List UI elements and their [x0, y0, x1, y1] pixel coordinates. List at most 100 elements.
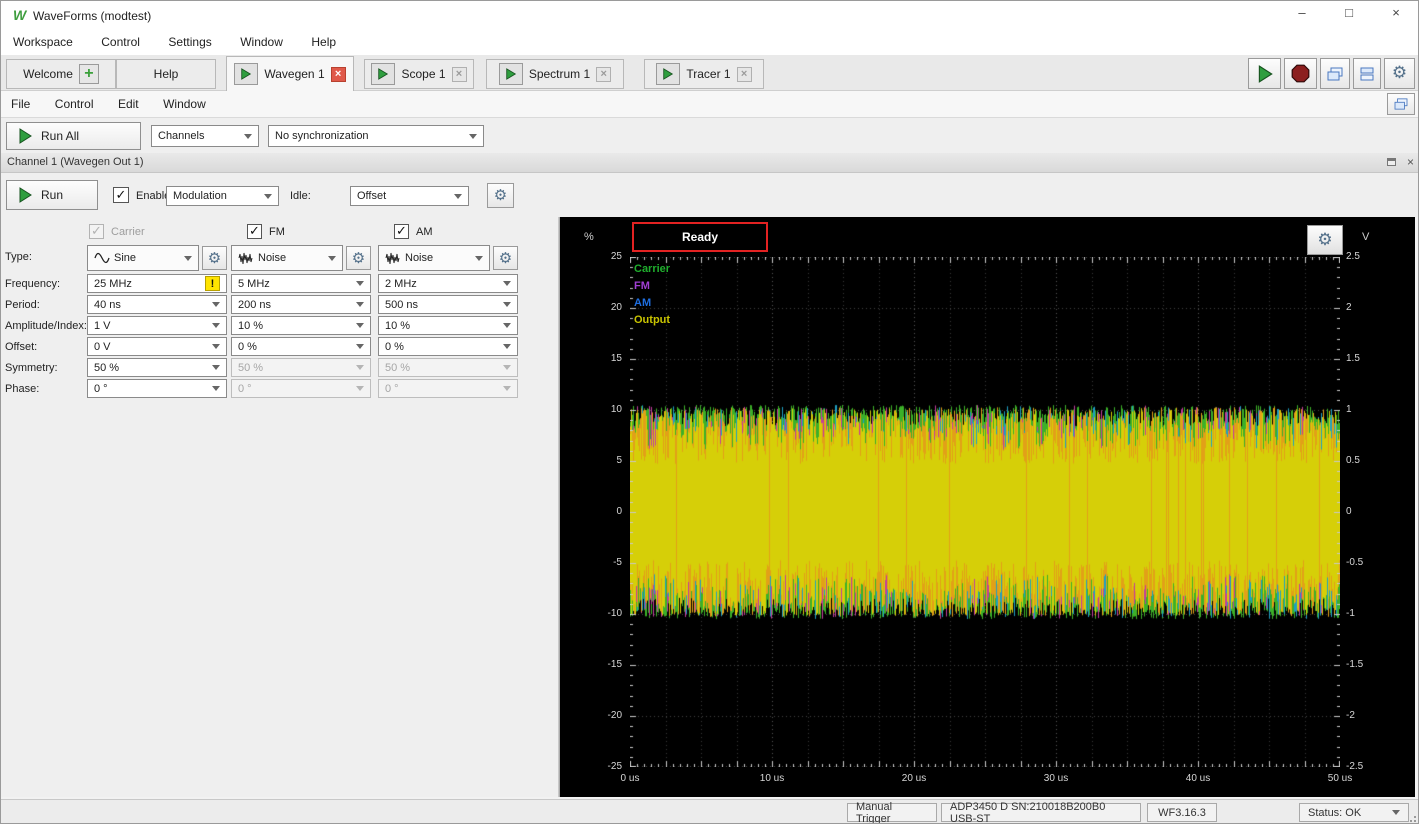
carrier-period-value: 40 ns — [94, 299, 212, 311]
phase-row-label: Phase: — [5, 383, 39, 395]
tab-wavegen-close-icon[interactable]: × — [331, 67, 346, 82]
menu-wavegen-control[interactable]: Control — [45, 91, 104, 117]
idle-dropdown[interactable]: Offset — [350, 186, 469, 206]
maximize-button[interactable]: □ — [1334, 5, 1364, 25]
chevron-down-icon — [356, 281, 364, 286]
carrier-symmetry-field[interactable]: 50 % — [87, 358, 227, 377]
menu-file[interactable]: File — [1, 91, 40, 117]
tab-tracer[interactable]: Tracer 1 × — [644, 59, 764, 89]
carrier-type-dropdown[interactable]: Sine — [87, 245, 199, 271]
tab-spectrum[interactable]: Spectrum 1 × — [486, 59, 624, 89]
status-dropdown[interactable]: Status: OK — [1299, 803, 1409, 822]
manual-trigger-button[interactable]: Manual Trigger — [847, 803, 937, 822]
y-left-tick-0: 25 — [578, 251, 622, 262]
carrier-offset-field[interactable]: 0 V — [87, 337, 227, 356]
am-frequency-value: 2 MHz — [385, 278, 503, 290]
am-phase-field: 0 ° — [378, 379, 518, 398]
am-amplitude-field[interactable]: 10 % — [378, 316, 518, 335]
close-button[interactable]: × — [1381, 5, 1411, 25]
undock-window-button[interactable] — [1387, 93, 1415, 115]
fm-period-field[interactable]: 200 ns — [231, 295, 371, 314]
carrier-frequency-field[interactable]: 25 MHz ! — [87, 274, 227, 293]
plot-options-button[interactable]: ⚙ — [1307, 225, 1343, 255]
sine-icon — [94, 251, 110, 265]
carrier-period-field[interactable]: 40 ns — [87, 295, 227, 314]
tab-welcome[interactable]: Welcome + — [6, 59, 116, 89]
fm-type-dropdown[interactable]: Noise — [231, 245, 343, 271]
y-right-tick-5: 0 — [1346, 506, 1390, 517]
left-axis-unit-label: % — [584, 231, 594, 243]
menu-workspace[interactable]: Workspace — [1, 29, 85, 55]
cascade-windows-button[interactable] — [1320, 58, 1350, 89]
float-panel-icon[interactable] — [1387, 158, 1396, 166]
type-row-label: Type: — [5, 251, 32, 263]
carrier-type-options-button[interactable]: ⚙ — [202, 246, 227, 270]
am-checkbox[interactable]: ✓ — [394, 224, 409, 239]
minimize-button[interactable]: – — [1287, 5, 1317, 25]
am-type-dropdown[interactable]: Noise — [378, 245, 490, 271]
am-offset-value: 0 % — [385, 341, 503, 353]
menu-wavegen-window[interactable]: Window — [153, 91, 216, 117]
tab-scope-close-icon[interactable]: × — [452, 67, 467, 82]
stop-all-instruments-button[interactable] — [1284, 58, 1317, 89]
plot-panel: % Ready ⚙ V CarrierFMAMOutput 2520151050… — [559, 217, 1415, 797]
synchronization-dropdown[interactable]: No synchronization — [268, 125, 484, 147]
channel-controls: Run ✓ Enable Modulation Idle: Offset ⚙ — [1, 173, 1419, 217]
chevron-down-icon — [356, 386, 364, 391]
tab-spectrum-close-icon[interactable]: × — [596, 67, 611, 82]
fm-amplitude-value: 10 % — [238, 320, 356, 332]
fm-symmetry-field: 50 % — [231, 358, 371, 377]
tab-spectrum-label: Spectrum 1 — [529, 67, 590, 81]
menu-control[interactable]: Control — [89, 29, 152, 55]
chevron-down-icon — [212, 323, 220, 328]
wavegen-running-icon — [234, 63, 258, 85]
carrier-phase-field[interactable]: 0 ° — [87, 379, 227, 398]
add-instrument-icon[interactable]: + — [79, 64, 99, 84]
x-tick-1: 10 us — [742, 773, 802, 784]
fm-checkbox[interactable]: ✓ — [247, 224, 262, 239]
close-panel-icon[interactable]: × — [1407, 155, 1414, 169]
spectrum-running-icon — [499, 63, 523, 85]
channel-title: Channel 1 (Wavegen Out 1) — [7, 156, 144, 168]
chevron-down-icon — [454, 194, 462, 199]
menu-window[interactable]: Window — [228, 29, 295, 55]
fm-frequency-field[interactable]: 5 MHz — [231, 274, 371, 293]
amplitude-row-label: Amplitude/Index: — [5, 320, 87, 332]
status-bar: Manual Trigger ADP3450 D SN:210018B200B0… — [1, 799, 1419, 824]
channel-options-button[interactable]: ⚙ — [487, 183, 514, 208]
channels-dropdown[interactable]: Channels — [151, 125, 259, 147]
tab-wavegen[interactable]: Wavegen 1 × — [226, 56, 354, 91]
y-left-tick-1: 20 — [578, 302, 622, 313]
tab-help[interactable]: Help — [116, 59, 216, 89]
run-all-button[interactable]: Run All — [6, 122, 141, 150]
tab-tracer-close-icon[interactable]: × — [737, 67, 752, 82]
carrier-amplitude-field[interactable]: 1 V — [87, 316, 227, 335]
menu-settings[interactable]: Settings — [156, 29, 223, 55]
version-indicator[interactable]: WF3.16.3 — [1147, 803, 1217, 822]
tile-windows-button[interactable] — [1353, 58, 1381, 89]
noise-icon — [238, 251, 254, 265]
menu-edit[interactable]: Edit — [108, 91, 149, 117]
menu-help[interactable]: Help — [299, 29, 348, 55]
run-button[interactable]: Run — [6, 180, 98, 210]
frequency-row-label: Frequency: — [5, 278, 60, 290]
fm-offset-field[interactable]: 0 % — [231, 337, 371, 356]
tab-scope[interactable]: Scope 1 × — [364, 59, 474, 89]
gear-icon: ⚙ — [1317, 232, 1332, 249]
carrier-checkbox: ✓ — [89, 224, 104, 239]
plot-canvas[interactable] — [630, 257, 1340, 767]
am-period-field[interactable]: 500 ns — [378, 295, 518, 314]
am-offset-field[interactable]: 0 % — [378, 337, 518, 356]
am-frequency-field[interactable]: 2 MHz — [378, 274, 518, 293]
app-options-button[interactable]: ⚙ — [1384, 58, 1415, 89]
chevron-down-icon — [469, 134, 477, 139]
device-selector[interactable]: ADP3450 D SN:210018B200B0 USB-ST — [941, 803, 1141, 822]
resize-grip[interactable] — [1406, 814, 1416, 822]
enable-checkbox[interactable]: ✓ — [113, 187, 129, 203]
run-all-instruments-button[interactable] — [1248, 58, 1281, 89]
fm-type-options-button[interactable]: ⚙ — [346, 246, 371, 270]
am-type-options-button[interactable]: ⚙ — [493, 246, 518, 270]
symmetry-row-label: Symmetry: — [5, 362, 58, 374]
mode-dropdown[interactable]: Modulation — [166, 186, 279, 206]
fm-amplitude-field[interactable]: 10 % — [231, 316, 371, 335]
